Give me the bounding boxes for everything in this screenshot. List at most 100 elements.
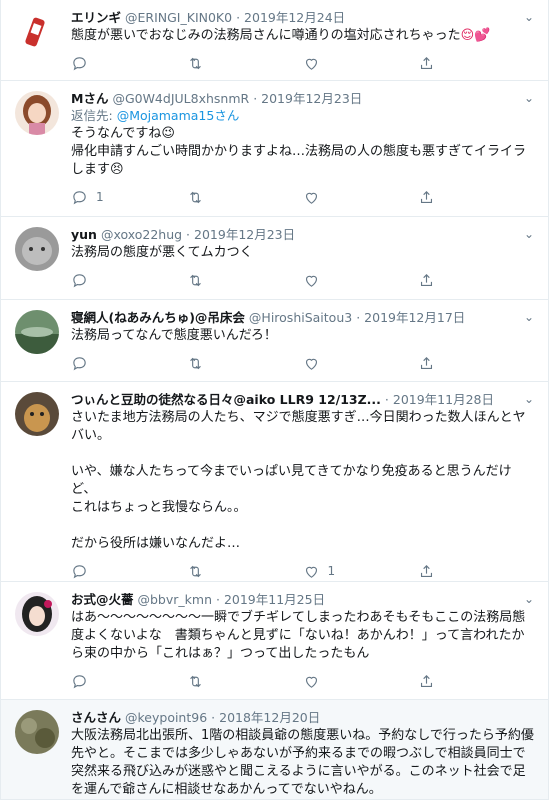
tweet-text: そうなんですね😉 帰化申請すんごい時間かかりますよね…法務局の人の態度も悪すぎて… — [71, 126, 527, 177]
separator: · — [215, 592, 220, 607]
share-button[interactable] — [418, 55, 534, 72]
tweet-text-body: 態度が悪いでおなじみの法務局さんに噂通りの塩対応されちゃった — [71, 28, 461, 43]
user-name[interactable]: つぃんと豆助の徒然なる日々@aiko LLR9 12/13Z... — [71, 392, 381, 407]
user-name[interactable]: さんさん — [71, 710, 121, 725]
heart-icon — [305, 275, 317, 287]
avatar[interactable] — [15, 710, 59, 754]
retweet-button[interactable] — [187, 189, 303, 206]
tweet-actions — [71, 271, 534, 289]
retweet-icon — [189, 357, 201, 369]
share-icon — [421, 190, 433, 203]
share-button[interactable] — [418, 673, 534, 690]
share-button[interactable] — [418, 563, 534, 580]
reply-button[interactable] — [71, 563, 187, 580]
tweet[interactable]: ⌄ つぃんと豆助の徒然なる日々@aiko LLR9 12/13Z... · 20… — [1, 382, 548, 582]
share-icon — [421, 674, 433, 687]
user-name[interactable]: 寝網人(ねあみんちゅ)@吊床会 — [71, 310, 245, 325]
tweet[interactable]: ⌄ Mさん @G0W4dJUL8xhsnmR · 2019年12月23日 返信先… — [1, 81, 548, 217]
like-button[interactable] — [303, 355, 419, 372]
reply-prefix: 返信先: — [71, 108, 117, 123]
chevron-down-icon[interactable]: ⌄ — [524, 592, 534, 606]
tweet-header: エリンギ @ERINGI_KIN0K0 · 2019年12月24日 — [71, 9, 534, 26]
user-handle[interactable]: @xoxo22hug — [101, 227, 182, 242]
separator: · — [186, 227, 191, 242]
user-handle[interactable]: @keypoint96 — [125, 710, 207, 725]
tweet-date[interactable]: 2019年12月23日 — [194, 227, 295, 242]
user-handle[interactable]: @HiroshiSaitou3 — [249, 310, 352, 325]
user-name[interactable]: Mさん — [71, 91, 108, 106]
retweet-button[interactable] — [187, 55, 303, 72]
user-name[interactable]: お式@火薔 — [71, 592, 134, 607]
tweet[interactable]: ⌄ エリンギ @ERINGI_KIN0K0 · 2019年12月24日 態度が悪… — [1, 0, 548, 81]
tweet-date[interactable]: 2019年12月23日 — [261, 91, 362, 106]
reply-count: 1 — [96, 190, 104, 204]
heart-icon — [305, 566, 317, 578]
chevron-down-icon[interactable]: ⌄ — [524, 227, 534, 241]
avatar[interactable] — [15, 10, 59, 54]
share-button[interactable] — [418, 272, 534, 289]
reply-icon — [73, 190, 86, 204]
reply-mention-link[interactable]: @Mojamama15さん — [117, 108, 240, 123]
like-button[interactable] — [303, 272, 419, 289]
user-name[interactable]: yun — [71, 227, 97, 242]
like-count: 1 — [327, 564, 336, 578]
reply-button[interactable] — [71, 355, 187, 372]
reply-button[interactable] — [71, 673, 187, 690]
share-icon — [421, 56, 433, 69]
avatar[interactable] — [15, 310, 59, 354]
like-button[interactable] — [303, 55, 419, 72]
like-button[interactable] — [303, 673, 419, 690]
tweet-header: お式@火薔 @bbvr_kmn · 2019年11月25日 — [71, 591, 534, 608]
avatar[interactable] — [15, 227, 59, 271]
heart-icon — [305, 58, 317, 70]
tweet-date[interactable]: 2019年12月17日 — [364, 310, 465, 325]
tweet-header: つぃんと豆助の徒然なる日々@aiko LLR9 12/13Z... · 2019… — [71, 391, 534, 408]
retweet-button[interactable] — [187, 563, 303, 580]
tweet-text: 大阪法務局北出張所、1階の相談員爺の態度悪いね。予約なしで行ったら予約優先やと。… — [71, 728, 534, 797]
user-handle[interactable]: @G0W4dJUL8xhsnmR — [112, 91, 249, 106]
retweet-icon — [189, 274, 201, 286]
separator: · — [236, 10, 241, 25]
retweet-button[interactable] — [187, 272, 303, 289]
tweet[interactable]: ⌄ 寝網人(ねあみんちゅ)@吊床会 @HiroshiSaitou3 · 2019… — [1, 300, 548, 382]
share-button[interactable] — [418, 355, 534, 372]
heart-icon — [305, 192, 317, 204]
tweet-header: 寝網人(ねあみんちゅ)@吊床会 @HiroshiSaitou3 · 2019年1… — [71, 309, 534, 326]
reply-button[interactable]: 1 — [71, 189, 187, 206]
emoji: 😌💕 — [460, 28, 491, 43]
avatar[interactable] — [15, 592, 59, 636]
chevron-down-icon[interactable]: ⌄ — [524, 10, 534, 24]
avatar[interactable] — [15, 91, 59, 135]
tweet-date[interactable]: 2018年12月20日 — [219, 710, 320, 725]
tweet-text: はあ〜〜〜〜〜〜〜〜一瞬でブチギレてしまったわあそもそもここの法務局態度よくない… — [71, 610, 526, 661]
share-button[interactable] — [418, 189, 534, 206]
like-button[interactable]: 1 — [303, 563, 419, 580]
chevron-down-icon[interactable]: ⌄ — [524, 91, 534, 105]
reply-button[interactable] — [71, 272, 187, 289]
reply-button[interactable] — [71, 55, 187, 72]
like-button[interactable] — [303, 189, 419, 206]
tweet-text: さいたま地方法務局の人たち、マジで態度悪すぎ…今日関わった数人ほんとヤバい。 い… — [71, 410, 526, 551]
separator: · — [211, 710, 216, 725]
tweet-date[interactable]: 2019年11月28日 — [393, 392, 494, 407]
tweet[interactable]: ⌄ お式@火薔 @bbvr_kmn · 2019年11月25日 はあ〜〜〜〜〜〜… — [1, 582, 548, 700]
tweet-date[interactable]: 2019年12月24日 — [244, 10, 345, 25]
chevron-down-icon[interactable]: ⌄ — [524, 392, 534, 406]
reply-icon — [73, 356, 86, 370]
tweet-actions — [71, 354, 534, 372]
user-handle[interactable]: @ERINGI_KIN0K0 — [125, 10, 232, 25]
user-handle[interactable]: @bbvr_kmn — [138, 592, 213, 607]
tweet[interactable]: ⌄ yun @xoxo22hug · 2019年12月23日 法務局の態度が悪く… — [1, 217, 548, 300]
chevron-down-icon[interactable]: ⌄ — [524, 310, 534, 324]
tweet-date[interactable]: 2019年11月25日 — [224, 592, 325, 607]
separator: · — [253, 91, 258, 106]
retweet-button[interactable] — [187, 355, 303, 372]
tweet[interactable]: さんさん @keypoint96 · 2018年12月20日 大阪法務局北出張所… — [1, 700, 548, 800]
retweet-button[interactable] — [187, 673, 303, 690]
reply-icon — [73, 674, 86, 688]
user-name[interactable]: エリンギ — [71, 10, 121, 25]
avatar[interactable] — [15, 392, 59, 436]
tweet-header: さんさん @keypoint96 · 2018年12月20日 — [71, 709, 534, 726]
share-icon — [421, 564, 433, 577]
heart-icon — [305, 676, 317, 688]
